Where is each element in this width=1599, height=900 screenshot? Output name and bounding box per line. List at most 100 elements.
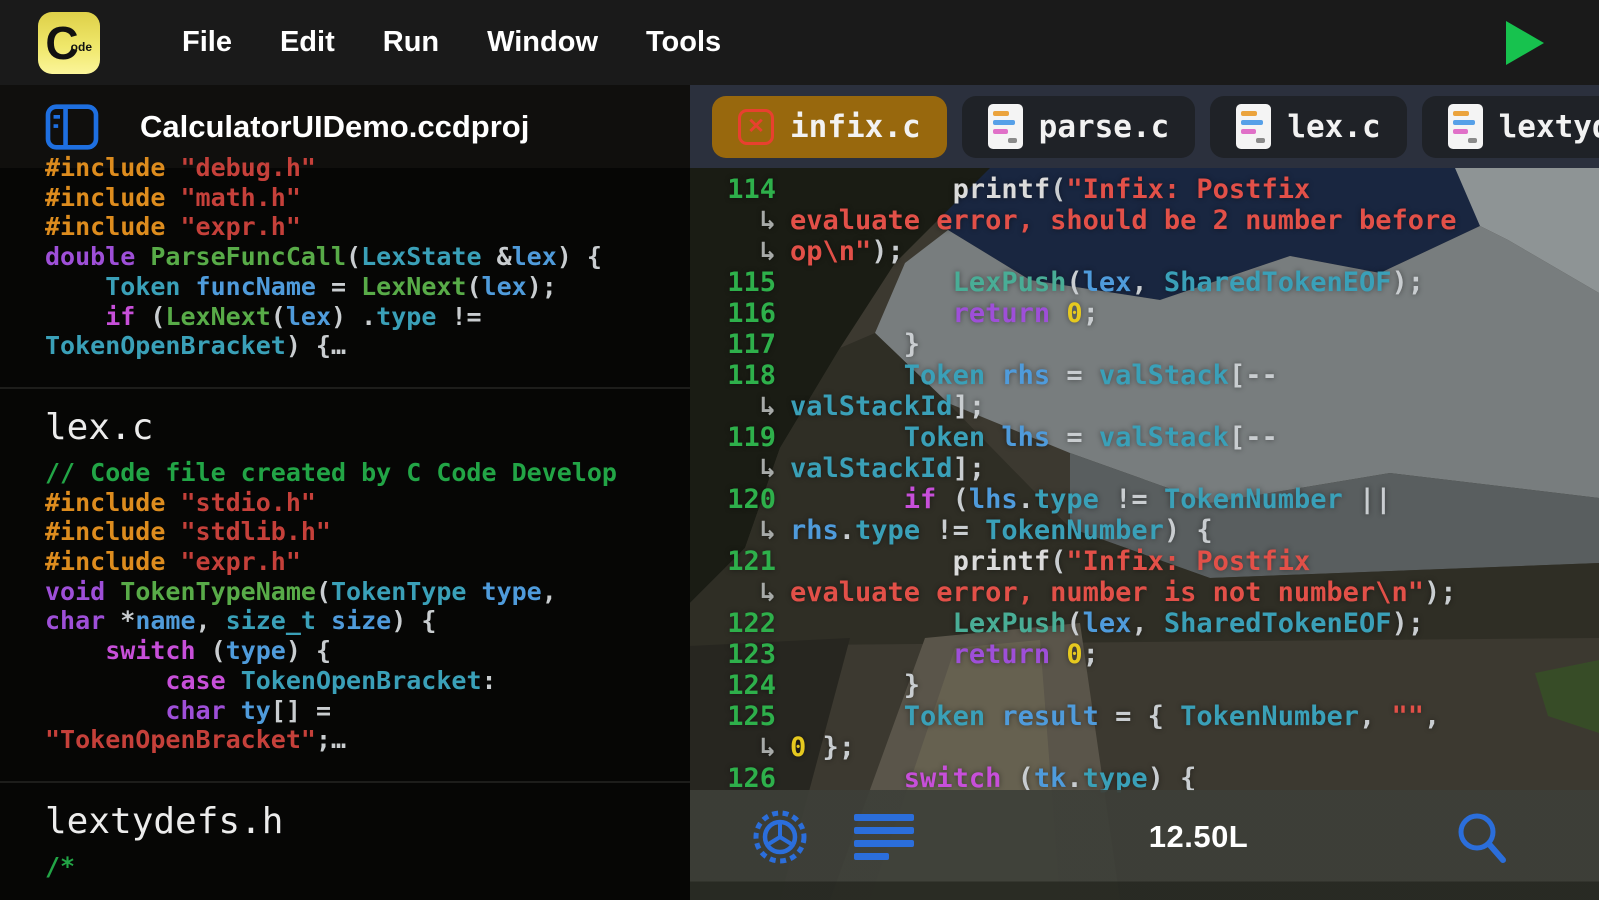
run-button[interactable] (1506, 20, 1544, 65)
menu-window[interactable]: Window (463, 16, 622, 69)
code-token: void (45, 576, 121, 606)
tab-infix.c[interactable]: ✕ infix.c (712, 95, 947, 158)
code-token: "expr.h" (180, 547, 301, 577)
code-token: lhs (968, 484, 1018, 515)
code-token: ( (195, 636, 226, 666)
file-document-icon (1447, 104, 1483, 149)
code-token: #include (45, 547, 181, 577)
file-preview[interactable]: /* (45, 852, 670, 882)
code-token: } (903, 670, 921, 701)
preview-code-line: char *name, size_t size) { (45, 606, 670, 636)
line-number: 124 (727, 670, 776, 701)
settings-gear-icon[interactable] (748, 805, 812, 869)
sidebar-toggle-icon[interactable] (44, 103, 100, 151)
code-token: type (1033, 484, 1099, 515)
code-token: ]; (952, 453, 986, 484)
code-line[interactable]: 125 Token result = { TokenNumber, "", (690, 701, 1599, 732)
tab-label: lex.c (1287, 108, 1381, 145)
code-line[interactable]: 117 } (690, 329, 1599, 360)
code-token: . (1017, 484, 1034, 515)
tab-lex.c[interactable]: lex.c (1210, 95, 1407, 158)
code-line[interactable]: 114 printf("Infix: Postfix (690, 174, 1599, 205)
file-section-title[interactable]: lex.c (45, 407, 670, 448)
code-token: size_t (225, 606, 316, 636)
code-token: valStack (1098, 360, 1229, 391)
code-token: & (481, 242, 512, 272)
code-token: return (952, 639, 1067, 670)
tab-bar: ✕ infix.c parse.c lex.c lextydefs.h (690, 85, 1599, 168)
code-text: LexPush(lex, SharedTokenEOF); (790, 267, 1424, 298)
code-token: = { (1098, 701, 1181, 732)
code-token: valStack (1098, 422, 1229, 453)
code-token: TokenOpenBracket (45, 331, 286, 361)
code-token: #include (45, 487, 181, 517)
code-line[interactable]: ↳ rhs.type != TokenNumber) { (690, 515, 1599, 546)
line-number: 125 (727, 701, 776, 732)
code-line[interactable]: ↳ evaluate error, should be 2 number befo… (690, 205, 1599, 236)
code-token: /* (45, 851, 76, 881)
menu-edit[interactable]: Edit (256, 16, 359, 69)
code-line[interactable]: ↳ valStackId]; (690, 453, 1599, 484)
preview-code-line: #include "debug.h" (45, 153, 670, 183)
code-line[interactable]: 124 } (690, 670, 1599, 701)
code-token: TokenType (331, 576, 467, 606)
main-content: CalculatorUIDemo.ccdproj #include "debug… (0, 85, 1599, 900)
line-wrap-icon[interactable] (854, 814, 914, 860)
tab-lextydefs.h[interactable]: lextydefs.h (1421, 95, 1599, 158)
code-text: evaluate error, number is not number\n")… (790, 577, 1456, 608)
line-number: 115 (727, 267, 776, 298)
menu-tools[interactable]: Tools (622, 16, 745, 69)
menu-file[interactable]: File (158, 16, 256, 69)
code-line[interactable]: 118 Token rhs = valStack[-- (690, 360, 1599, 391)
code-token: Token (903, 422, 986, 453)
search-icon[interactable] (1453, 808, 1511, 866)
code-token: #include (45, 212, 181, 242)
code-line[interactable]: 120 if (lhs.type != TokenNumber || (690, 484, 1599, 515)
app-logo[interactable]: C ode (38, 11, 100, 74)
code-line[interactable]: 115 LexPush(lex, SharedTokenEOF); (690, 267, 1599, 298)
project-title[interactable]: CalculatorUIDemo.ccdproj (140, 109, 529, 145)
code-area[interactable]: 114 printf("Infix: Postfix ↳ evaluate erro… (690, 174, 1599, 794)
code-line[interactable]: 122 LexPush(lex, SharedTokenEOF); (690, 608, 1599, 639)
tab-parse.c[interactable]: parse.c (961, 95, 1196, 158)
code-line[interactable]: ↳ evaluate error, number is not number\n"… (690, 577, 1599, 608)
code-token: char (45, 606, 106, 636)
code-text: Token lhs = valStack[-- (790, 422, 1278, 453)
section-divider (0, 386, 690, 389)
code-token: : (481, 665, 497, 695)
code-token: 0 (790, 732, 807, 763)
file-preview[interactable]: // Code file created by C Code Develop #i… (45, 458, 670, 755)
code-token: LexPush (952, 267, 1067, 298)
menu-run[interactable]: Run (359, 16, 463, 69)
code-line[interactable]: 119 Token lhs = valStack[-- (690, 422, 1599, 453)
code-token: [-- (1228, 422, 1278, 453)
play-icon (1506, 20, 1544, 65)
code-line[interactable]: 121 printf("Infix: Postfix (690, 546, 1599, 577)
wrap-indicator-icon: ↳ (759, 453, 776, 484)
code-token: = (1050, 360, 1099, 391)
code-token: name (135, 606, 196, 636)
code-line[interactable]: ↳ valStackId]; (690, 391, 1599, 422)
code-token: Token (105, 271, 181, 301)
file-section-title[interactable]: lextydefs.h (45, 801, 670, 842)
code-token: 0 (1066, 639, 1083, 670)
code-token: } (903, 329, 921, 360)
code-line[interactable]: 116 return 0; (690, 298, 1599, 329)
code-token: != (920, 515, 986, 546)
code-line[interactable]: ↳ op\n"); (690, 236, 1599, 267)
code-token: != (1098, 484, 1164, 515)
close-tab-icon[interactable]: ✕ (738, 108, 774, 145)
wrap-indicator-icon: ↳ (759, 577, 776, 608)
code-token: ; (1082, 298, 1099, 329)
code-text: evaluate error, should be 2 number befor… (790, 205, 1456, 236)
preview-code-line: double ParseFuncCall(LexState &lex) { (45, 242, 670, 272)
code-text: if (lhs.type != TokenNumber || (790, 484, 1392, 515)
file-preview[interactable]: #include "debug.h" #include "math.h" #incl… (45, 153, 670, 361)
code-token: case (165, 665, 241, 695)
code-line[interactable]: 123 return 0; (690, 639, 1599, 670)
code-line[interactable]: ↳ 0 }; (690, 732, 1599, 763)
app-window: C ode File Edit Run Window Tools CalculatorU… (0, 0, 1599, 900)
code-editor[interactable]: 114 printf("Infix: Postfix ↳ evaluate erro… (690, 168, 1599, 900)
